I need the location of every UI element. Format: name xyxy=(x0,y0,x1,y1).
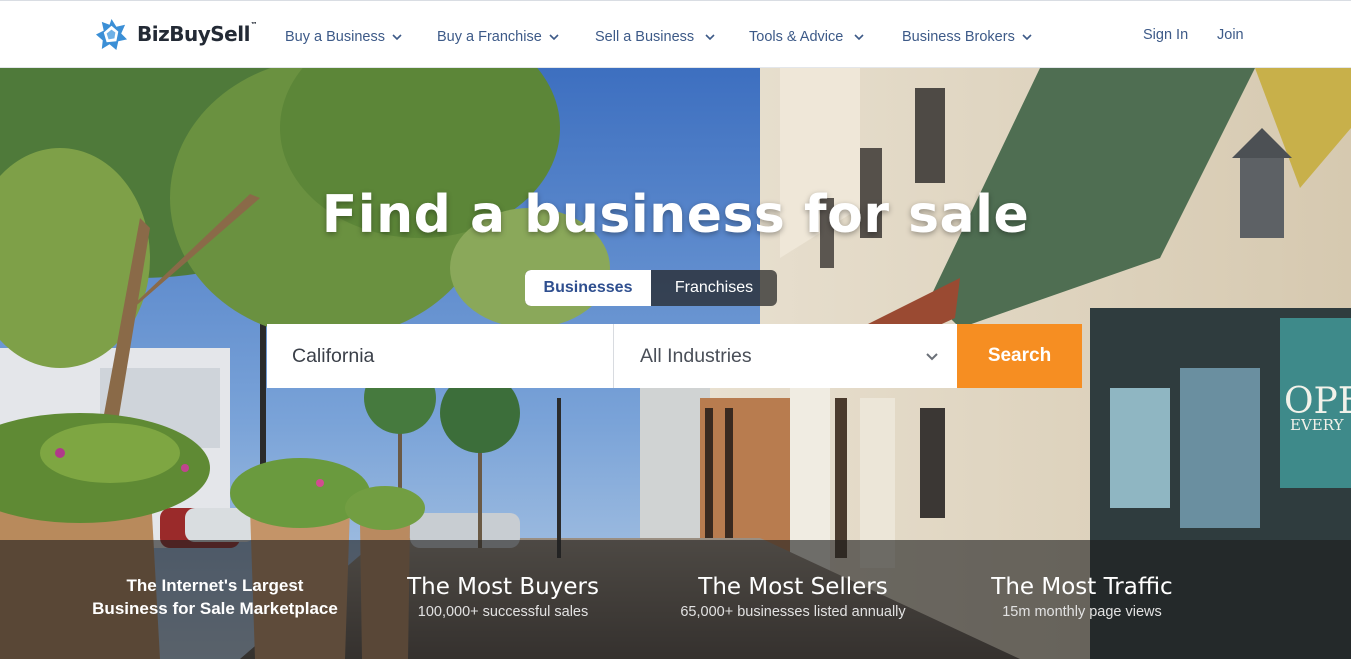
stat-subtitle: 65,000+ businesses listed annually xyxy=(680,604,906,620)
join-link[interactable]: Join xyxy=(1217,27,1244,47)
industry-selected-value: All Industries xyxy=(640,344,752,367)
logo-wordmark: BizBuySell ™ xyxy=(137,21,257,46)
chevron-down-icon xyxy=(548,31,560,43)
hero-section: OPE EVERY Find a business for sale Busin… xyxy=(0,68,1351,659)
logo-trademark: ™ xyxy=(250,21,257,29)
hero-title: Find a business for sale xyxy=(321,185,1030,245)
stat-title: The Most Buyers xyxy=(407,574,599,600)
sign-in-link[interactable]: Sign In xyxy=(1143,27,1188,47)
nav-business-brokers[interactable]: Business Brokers xyxy=(902,27,1033,47)
nav-buy-a-business[interactable]: Buy a Business xyxy=(285,27,403,47)
toggle-franchises[interactable]: Franchises xyxy=(651,270,777,306)
tagline-line-2: Business for Sale Marketplace xyxy=(92,599,338,618)
chevron-down-icon xyxy=(926,353,938,361)
site-header: BizBuySell ™ Buy a Business Buy a Franchi… xyxy=(0,0,1351,68)
stat-subtitle: 15m monthly page views xyxy=(1002,604,1162,620)
listing-type-toggle: Businesses Franchises xyxy=(525,270,777,306)
nav-tools-and-advice[interactable]: Tools & Advice xyxy=(749,27,865,47)
storefront-sign-text-2: EVERY xyxy=(1290,416,1345,434)
nav-label: Buy a Business xyxy=(285,29,385,45)
chevron-down-icon xyxy=(1021,31,1033,43)
nav-sell-a-business[interactable]: Sell a Business xyxy=(595,27,716,47)
bizbuysell-logo[interactable]: BizBuySell ™ xyxy=(95,17,257,51)
toggle-businesses[interactable]: Businesses xyxy=(525,270,651,306)
bizbuysell-star-icon xyxy=(95,18,128,50)
logo-text: BizBuySell xyxy=(137,22,250,46)
search-button[interactable]: Search xyxy=(957,324,1082,388)
tagline: The Internet's Largest Business for Sale… xyxy=(70,574,360,620)
nav-buy-a-franchise[interactable]: Buy a Franchise xyxy=(437,27,560,47)
chevron-down-icon xyxy=(853,31,865,43)
stat-subtitle: 100,000+ successful sales xyxy=(417,604,589,620)
stat-most-sellers: The Most Sellers 65,000+ businesses list… xyxy=(658,573,928,620)
nav-label: Tools & Advice xyxy=(749,29,844,45)
chevron-down-icon xyxy=(391,31,403,43)
location-input[interactable] xyxy=(267,324,613,388)
tagline-line-1: The Internet's Largest xyxy=(126,576,304,595)
nav-label: Sell a Business xyxy=(595,29,695,45)
stat-title: The Most Traffic xyxy=(991,574,1173,600)
stat-most-traffic: The Most Traffic 15m monthly page views xyxy=(947,573,1217,620)
stat-most-buyers: The Most Buyers 100,000+ successful sale… xyxy=(368,573,638,620)
search-bar: All Industries Search xyxy=(267,324,1082,388)
industry-select[interactable]: All Industries xyxy=(613,324,957,388)
nav-label: Buy a Franchise xyxy=(437,29,542,45)
stat-title: The Most Sellers xyxy=(698,574,888,600)
chevron-down-icon xyxy=(704,31,716,43)
value-proposition-bar: The Internet's Largest Business for Sale… xyxy=(0,540,1351,659)
nav-label: Business Brokers xyxy=(902,29,1015,45)
